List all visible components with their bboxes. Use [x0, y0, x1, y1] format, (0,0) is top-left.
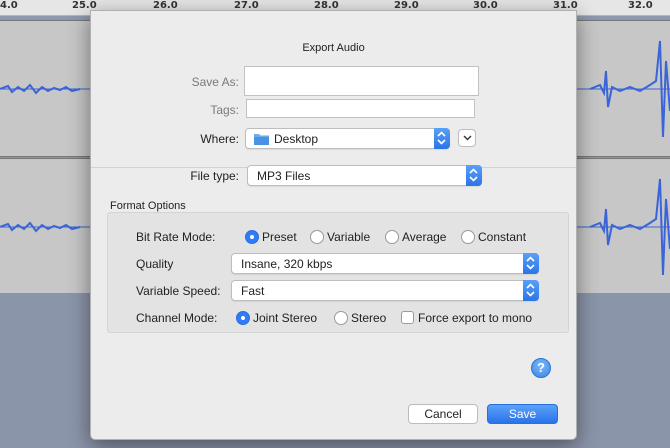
save-as-label: Save As: — [191, 75, 239, 89]
file-type-value: MP3 Files — [257, 169, 311, 183]
file-type-stepper-icon — [466, 165, 482, 186]
radio-constant-label[interactable]: Constant — [478, 230, 526, 244]
ruler-tick: 4.0 — [0, 0, 18, 11]
folder-icon — [254, 134, 269, 145]
export-audio-dialog: Export Audio Save As: Tags: Where: Deskt… — [90, 10, 577, 440]
quality-stepper-icon — [523, 253, 539, 274]
bit-rate-mode-label: Bit Rate Mode: — [136, 230, 216, 244]
chevron-down-icon — [463, 135, 472, 141]
radio-stereo-label[interactable]: Stereo — [351, 311, 386, 325]
force-mono-checkbox[interactable] — [401, 311, 414, 324]
radio-joint-stereo[interactable] — [236, 311, 250, 325]
variable-speed-label: Variable Speed: — [136, 284, 221, 298]
variable-speed-popup[interactable]: Fast — [231, 280, 539, 301]
where-stepper-icon — [434, 128, 450, 149]
force-mono-label[interactable]: Force export to mono — [418, 311, 532, 325]
format-options-title: Format Options — [110, 200, 186, 212]
variable-speed-value: Fast — [241, 284, 265, 298]
radio-constant[interactable] — [461, 230, 475, 244]
tags-label: Tags: — [210, 103, 239, 117]
radio-variable-label[interactable]: Variable — [327, 230, 370, 244]
help-button[interactable]: ? — [531, 358, 551, 378]
radio-average-label[interactable]: Average — [402, 230, 446, 244]
format-options-group: Bit Rate Mode: Preset Variable Average C… — [107, 212, 569, 333]
where-value: Desktop — [274, 132, 319, 146]
radio-preset[interactable] — [245, 230, 259, 244]
radio-variable[interactable] — [310, 230, 324, 244]
quality-label: Quality — [136, 257, 174, 271]
variable-speed-stepper-icon — [523, 280, 539, 301]
cancel-button[interactable]: Cancel — [408, 404, 478, 424]
help-icon: ? — [537, 360, 545, 375]
expand-browser-button[interactable] — [458, 129, 476, 147]
radio-stereo[interactable] — [334, 311, 348, 325]
file-type-label: File type: — [190, 169, 239, 183]
quality-popup[interactable]: Insane, 320 kbps — [231, 253, 539, 274]
radio-preset-label[interactable]: Preset — [262, 230, 297, 244]
where-popup[interactable]: Desktop — [245, 128, 450, 149]
channel-mode-label: Channel Mode: — [136, 311, 218, 325]
radio-average[interactable] — [385, 230, 399, 244]
save-as-field[interactable] — [244, 66, 479, 96]
save-button[interactable]: Save — [487, 404, 558, 424]
dialog-title: Export Audio — [302, 42, 365, 54]
tags-field[interactable] — [246, 99, 475, 118]
file-type-popup[interactable]: MP3 Files — [247, 165, 482, 186]
quality-value: Insane, 320 kbps — [241, 257, 333, 271]
radio-joint-stereo-label[interactable]: Joint Stereo — [253, 311, 317, 325]
ruler-tick: 32.0 — [628, 0, 653, 11]
where-label: Where: — [200, 132, 239, 146]
